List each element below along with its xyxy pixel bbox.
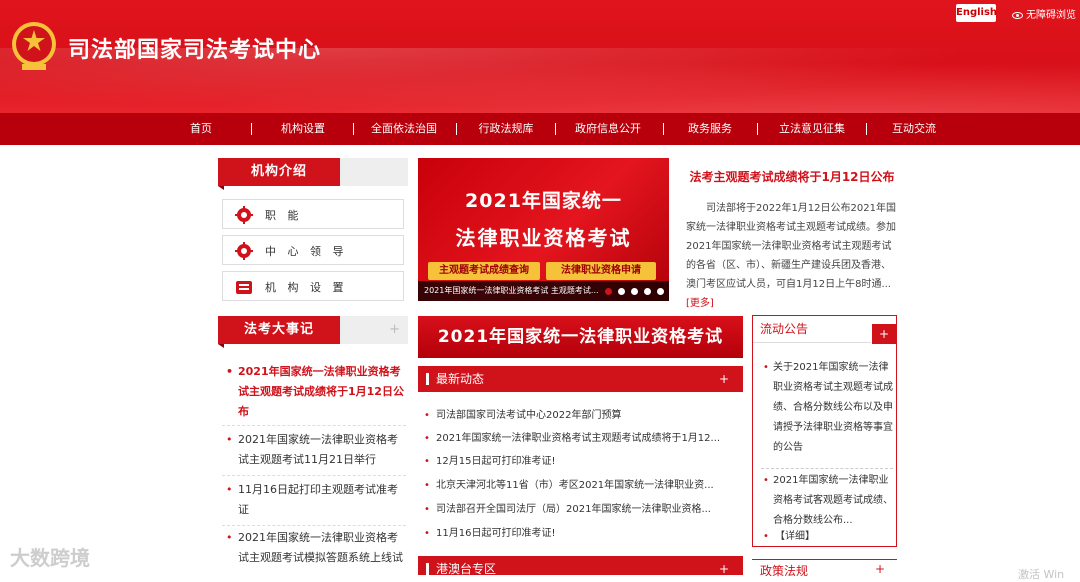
events-header: 法考大事记 + (218, 316, 408, 348)
eye-icon (1012, 11, 1023, 19)
list-item[interactable]: 2021年国家统一法律职业资格考试主观题考试11月21日举行 (222, 430, 406, 476)
nav-regulations[interactable]: 行政法规库 (467, 113, 545, 145)
exam-banner-bar[interactable]: 2021年国家统一法律职业资格考试 (418, 316, 743, 358)
list-item[interactable]: 司法部召开全国司法厅（局）2021年国家统一法律职业资格... (418, 500, 743, 520)
events-more-icon[interactable]: + (389, 322, 400, 337)
hk-macao-title[interactable]: 港澳台专区 (436, 562, 496, 576)
institution-title[interactable]: 机构介绍 (218, 158, 340, 190)
headline-news: 法考主观题考试成绩将于1月12日公布 司法部将于2022年1月12日公布2021… (686, 168, 898, 313)
book-icon (236, 281, 252, 294)
gear-icon (235, 206, 253, 224)
institution-header: 机构介绍 (218, 158, 408, 190)
list-item[interactable]: 2021年国家统一法律职业资格考试主观题考试模拟答题系统上线试 (222, 528, 406, 576)
main-nav: 首页 机构设置 全面依法治国 行政法规库 政府信息公开 政务服务 立法意见征集 … (0, 113, 1080, 145)
news-header: 最新动态 + (418, 366, 743, 392)
list-item[interactable]: 11月16日起打印主观题考试准考证 (222, 480, 406, 526)
nav-rule-of-law[interactable]: 全面依法治国 (362, 113, 446, 145)
nav-divider (757, 123, 758, 135)
policy-more-icon[interactable]: + (875, 562, 885, 576)
list-item[interactable]: 北京天津河北等11省（市）考区2021年国家统一法律职业资... (418, 476, 743, 496)
site-title[interactable]: 司法部国家司法考试中心 (68, 32, 321, 64)
left-column: 机构介绍 职 能 中 心 领 导 机 构 设 置 法考大事记 + 2021年国家… (218, 158, 408, 564)
news-title[interactable]: 最新动态 (436, 372, 484, 386)
detail-link[interactable]: 【详细】 (761, 527, 893, 547)
promo-banner[interactable]: 2021年国家统一 法律职业资格考试 主观题考试成绩查询 法律职业资格申请 20… (418, 158, 669, 301)
banner-line1: 2021年国家统一 (465, 190, 622, 212)
list-item[interactable]: 2021年国家统一法律职业资格考试主观题考试成绩将于1月12... (418, 429, 743, 449)
accessibility-label: 无障碍浏览 (1026, 10, 1076, 21)
headline-body-text: 司法部将于2022年1月12日公布2021年国家统一法律职业资格考试主观题考试成… (686, 203, 896, 290)
accessibility-link[interactable]: 无障碍浏览 (1012, 6, 1076, 21)
list-item[interactable]: 12月15日起可打印准考证! (418, 452, 743, 472)
notice-box: 流动公告 + 关于2021年国家统一法律职业资格考试主观题考试成绩、合格分数线公… (752, 315, 897, 547)
news-more-icon[interactable]: + (719, 366, 729, 392)
banner-line2: 法律职业资格考试 (455, 226, 632, 250)
nav-services[interactable]: 政务服务 (674, 113, 746, 145)
nav-divider (555, 123, 556, 135)
nav-divider (866, 123, 867, 135)
slide-dot[interactable] (618, 288, 625, 295)
inst-item-label: 职 能 (265, 209, 303, 222)
inst-item-leaders[interactable]: 中 心 领 导 (222, 235, 404, 265)
headline-title[interactable]: 法考主观题考试成绩将于1月12日公布 (686, 168, 898, 185)
notice-title[interactable]: 流动公告 (753, 316, 871, 343)
site-header: 司法部国家司法考试中心 English 无障碍浏览 (0, 0, 1080, 113)
slide-dot[interactable] (644, 288, 651, 295)
inst-item-functions[interactable]: 职 能 (222, 199, 404, 229)
headline-body: 司法部将于2022年1月12日公布2021年国家统一法律职业资格考试主观题考试成… (686, 199, 898, 313)
list-item[interactable]: 11月16日起可打印准考证! (418, 524, 743, 544)
os-watermark: 激活 Win (1018, 568, 1065, 581)
list-item[interactable]: 关于2021年国家统一法律职业资格考试主观题考试成绩、合格分数线公布以及申请授予… (761, 358, 893, 458)
policy-header: 政策法规 + (752, 559, 897, 578)
list-item[interactable]: 2021年国家统一法律职业资格考试主观题考试成绩将于1月12日公布 (222, 362, 406, 426)
events-title[interactable]: 法考大事记 (218, 316, 340, 348)
nav-home[interactable]: 首页 (170, 113, 232, 145)
english-button[interactable]: English (956, 4, 997, 22)
inst-item-label: 机 构 设 置 (265, 281, 348, 294)
nav-divider (251, 123, 252, 135)
policy-title[interactable]: 政策法规 (760, 562, 808, 579)
score-query-button[interactable]: 主观题考试成绩查询 (428, 262, 540, 280)
nav-divider (456, 123, 457, 135)
nav-legislation-feedback[interactable]: 立法意见征集 (768, 113, 856, 145)
slide-dot[interactable] (631, 288, 638, 295)
inst-item-label: 中 心 领 导 (265, 245, 348, 258)
nav-interaction[interactable]: 互动交流 (876, 113, 952, 145)
inst-item-structure[interactable]: 机 构 设 置 (222, 271, 404, 301)
nav-org-setup[interactable]: 机构设置 (268, 113, 338, 145)
qualification-apply-button[interactable]: 法律职业资格申请 (546, 262, 656, 280)
more-link[interactable]: [更多] (686, 298, 714, 309)
nav-gov-info[interactable]: 政府信息公开 (563, 113, 653, 145)
hk-macao-header: 港澳台专区 + (418, 556, 743, 576)
slide-dot[interactable] (657, 288, 664, 295)
watermark: 大数跨境 (10, 546, 90, 570)
nav-divider (663, 123, 664, 135)
notice-more-icon[interactable]: + (872, 324, 896, 344)
gear-icon (235, 242, 253, 260)
national-emblem-icon (12, 22, 56, 70)
list-item[interactable]: 2021年国家统一法律职业资格考试客观题考试成绩、合格分数线公布... (761, 468, 893, 531)
hk-macao-more-icon[interactable]: + (719, 556, 729, 582)
slide-dot[interactable] (605, 288, 612, 295)
nav-divider (353, 123, 354, 135)
list-item[interactable]: 司法部国家司法考试中心2022年部门预算 (418, 406, 743, 426)
